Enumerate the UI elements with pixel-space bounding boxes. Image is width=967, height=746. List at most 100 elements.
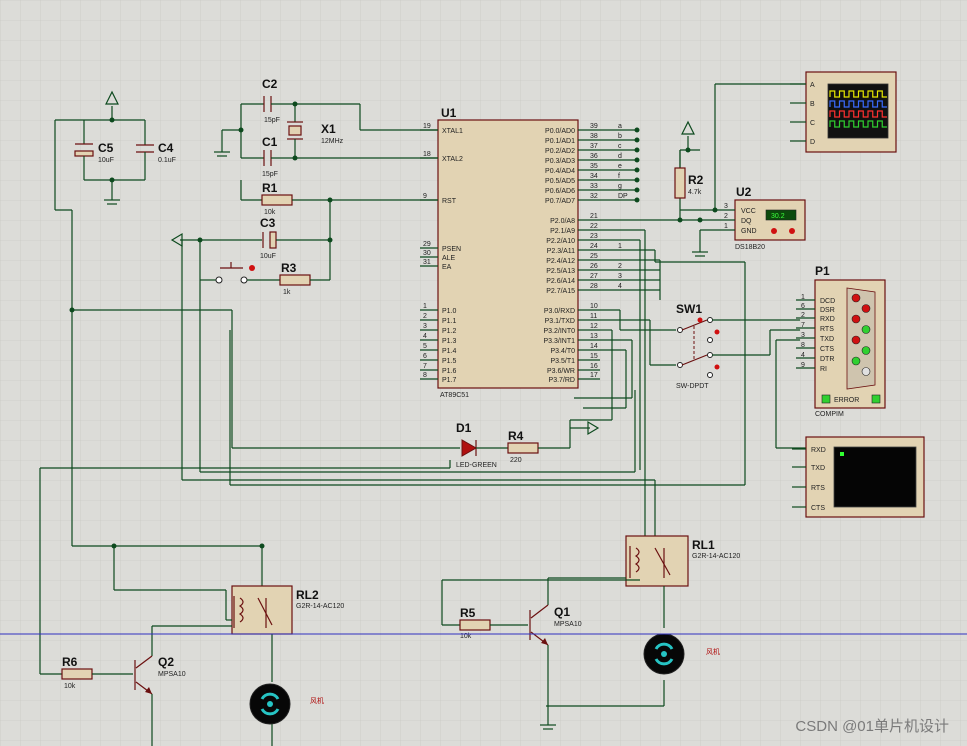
- r2-ref: R2: [688, 173, 704, 187]
- u2-up-button[interactable]: [789, 228, 795, 234]
- rl1-ref: RL1: [692, 538, 715, 552]
- p1-pin-number: 4: [801, 352, 805, 359]
- u1-pin-name: RST: [442, 198, 457, 205]
- u1-pin-number: 17: [590, 372, 598, 379]
- u1-pin-number: 28: [590, 283, 598, 290]
- u1-pin-name: P3.4/T0: [550, 348, 575, 355]
- u1-pin-number: 4: [423, 333, 427, 340]
- p0-terminal: [634, 137, 640, 143]
- r3-value: 1k: [283, 289, 291, 296]
- mcu-u1[interactable]: U1 AT89C51 19XTAL118XTAL29RST29PSEN30ALE…: [420, 106, 628, 399]
- u1-pin-number: 13: [590, 333, 598, 340]
- oscilloscope-channel-label: C: [810, 120, 815, 127]
- u1-pin-number: 25: [590, 253, 598, 260]
- p1-ref: P1: [815, 264, 830, 278]
- c1-value: 15pF: [262, 171, 278, 178]
- u1-pin-number: 11: [590, 313, 597, 320]
- u1-net-label: 3: [618, 273, 622, 280]
- c2-value: 15pF: [264, 117, 280, 124]
- c3-value: 10uF: [260, 253, 276, 260]
- rl1-value: G2R-14-AC120: [692, 553, 740, 560]
- u1-pin-name: P2.4/A12: [546, 258, 575, 265]
- virtual-terminal[interactable]: RXD TXD RTS CTS: [792, 436, 925, 518]
- p1-pin-name: RXD: [820, 316, 835, 323]
- u2-pin-name: VCC: [741, 208, 756, 215]
- sw1-value: SW-DPDT: [676, 383, 709, 390]
- p0-terminal: [634, 187, 640, 193]
- u1-net-label: e: [618, 163, 622, 170]
- u1-pin-number: 19: [423, 123, 431, 130]
- u1-pin-number: 35: [590, 163, 598, 170]
- oscilloscope-channel-label: A: [810, 82, 815, 89]
- p1-led-icon: [851, 314, 861, 324]
- u1-pin-name: P0.6/AD6: [545, 188, 575, 195]
- u1-pin-name: P0.7/AD7: [545, 198, 575, 205]
- p1-pin-name: DTR: [820, 356, 834, 363]
- r6-ref: R6: [62, 655, 78, 669]
- u2-down-button[interactable]: [771, 228, 777, 234]
- u2-pin-number: 2: [724, 213, 728, 220]
- p1-pin-number: 6: [801, 303, 805, 310]
- p1-pin-number: 9: [801, 362, 805, 369]
- u1-pin-name: P1.4: [442, 348, 457, 355]
- p0-terminal: [634, 157, 640, 163]
- oscilloscope[interactable]: A B C D: [790, 71, 897, 153]
- u1-pin-number: 36: [590, 153, 598, 160]
- q2-value: MPSA10: [158, 671, 186, 678]
- p0-terminal: [634, 167, 640, 173]
- u1-pin-number: 18: [423, 151, 431, 158]
- u1-pin-number: 34: [590, 173, 598, 180]
- u1-pin-number: 30: [423, 250, 431, 257]
- u2-pin-name: DQ: [741, 218, 752, 225]
- u1-pin-name: P3.2/INT0: [543, 328, 575, 335]
- u1-pin-name: P1.7: [442, 377, 457, 384]
- p1-pin-name: DSR: [820, 307, 835, 314]
- u1-pin-name: P0.0/AD0: [545, 128, 575, 135]
- u1-pin-name: P2.3/A11: [547, 248, 575, 255]
- r6-value: 10k: [64, 683, 76, 690]
- u1-pin-name: P2.5/A13: [546, 268, 575, 275]
- u1-pin-name: P0.5/AD5: [545, 178, 575, 185]
- u1-pin-number: 15: [590, 353, 598, 360]
- terminal-pin-name: RTS: [811, 485, 825, 492]
- rl2-ref: RL2: [296, 588, 319, 602]
- u1-net-label: b: [618, 133, 622, 140]
- u1-net-label: a: [618, 123, 622, 130]
- p1-pin-name: CTS: [820, 346, 834, 353]
- x1-ref: X1: [321, 122, 336, 136]
- u1-pin-number: 26: [590, 263, 598, 270]
- u1-pin-number: 37: [590, 143, 598, 150]
- u1-pin-name: P2.7/A15: [546, 288, 575, 295]
- u1-pin-number: 12: [590, 323, 598, 330]
- u1-pin-number: 1: [423, 303, 427, 310]
- u1-pin-number: 10: [590, 303, 598, 310]
- r4-value: 220: [510, 457, 522, 464]
- q1-ref: Q1: [554, 605, 570, 619]
- u1-pin-name: P1.5: [442, 358, 457, 365]
- q1-value: MPSA10: [554, 621, 582, 628]
- c4-ref: C4: [158, 141, 174, 155]
- p1-led-icon: [861, 325, 871, 334]
- p1-status: ERROR: [834, 397, 859, 404]
- u1-pin-number: 5: [423, 343, 427, 350]
- terminal-pin-name: RXD: [811, 447, 826, 454]
- u1-net-label: c: [618, 143, 622, 150]
- u1-net-label: g: [618, 183, 622, 190]
- terminal-screen: [833, 446, 917, 508]
- u1-pin-name: P1.2: [442, 328, 457, 335]
- r3-ref: R3: [281, 261, 297, 275]
- p1-pin-name: TXD: [820, 336, 834, 343]
- u1-pin-name: PSEN: [442, 246, 461, 253]
- u2-ref: U2: [736, 185, 752, 199]
- u1-pin-name: P1.3: [442, 338, 457, 345]
- c5-ref: C5: [98, 141, 114, 155]
- u1-pin-number: 22: [590, 223, 598, 230]
- d1-value: LED-GREEN: [456, 462, 497, 469]
- p1-part: COMPIM: [815, 411, 844, 418]
- c3-ref: C3: [260, 216, 276, 230]
- u1-pin-number: 8: [423, 372, 427, 379]
- u1-pin-name: P3.7/RD: [549, 377, 575, 384]
- fan2-label: 风机: [310, 696, 324, 705]
- watermark: CSDN @01单片机设计: [795, 718, 949, 735]
- p1-status-led-icon: [821, 394, 831, 404]
